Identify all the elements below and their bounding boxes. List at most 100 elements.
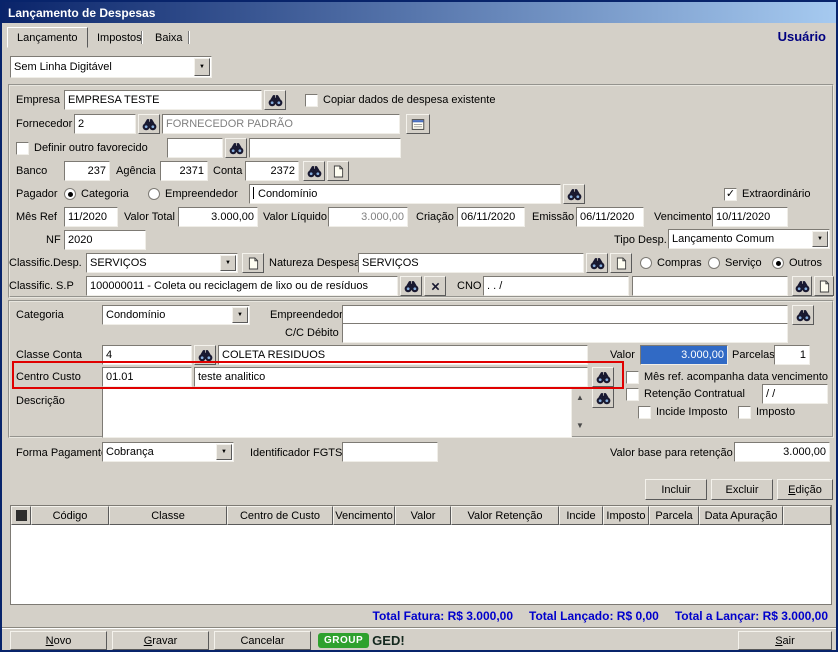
copiar-dados-checkbox[interactable]: Copiar dados de despesa existente bbox=[305, 92, 495, 108]
nf-label: NF bbox=[46, 234, 61, 246]
tipo-desp-label: Tipo Desp. bbox=[614, 234, 667, 246]
forma-pagamento-select[interactable]: Cobrança ▼ bbox=[102, 442, 234, 462]
ged-group-badge: GROUP bbox=[318, 633, 370, 648]
favorecido-name-field[interactable] bbox=[249, 138, 401, 158]
imposto-checkbox[interactable]: Imposto bbox=[738, 404, 795, 420]
pagador-empreendedor-radio[interactable]: Empreendedor bbox=[148, 186, 238, 202]
chevron-down-icon[interactable]: ▼ bbox=[216, 444, 232, 460]
fornecedor-details-button[interactable] bbox=[406, 114, 430, 134]
radio-label: Outros bbox=[789, 257, 823, 269]
classe-conta-code-field[interactable]: 4 bbox=[102, 345, 192, 365]
classe-conta-name-field[interactable]: COLETA RESIDUOS bbox=[218, 345, 588, 365]
scroll-up-icon[interactable]: ▲ bbox=[576, 394, 584, 402]
combo-value: Sem Linha Digitável bbox=[14, 61, 112, 73]
linha-digitavel-select[interactable]: Sem Linha Digitável ▼ bbox=[10, 56, 212, 78]
cno-aux-field[interactable] bbox=[632, 276, 788, 296]
centro-custo-name-field[interactable]: teste analitico bbox=[194, 367, 588, 387]
retencao-contratual-checkbox[interactable]: Retenção Contratual bbox=[626, 386, 745, 402]
classe-conta-search-button[interactable] bbox=[194, 345, 216, 365]
favorecido-code-field[interactable] bbox=[167, 138, 223, 158]
text-caret bbox=[253, 187, 254, 199]
pagador-search-button[interactable] bbox=[563, 184, 585, 204]
cno-field[interactable]: . . / bbox=[483, 276, 629, 296]
classific-sp-search-button[interactable] bbox=[400, 276, 422, 296]
novo-button[interactable]: Novo bbox=[10, 631, 107, 650]
chevron-down-icon[interactable]: ▼ bbox=[194, 58, 210, 76]
classific-desp-doc-button[interactable] bbox=[242, 253, 264, 273]
retencao-date-field[interactable]: / / bbox=[762, 384, 828, 404]
conta-search-button[interactable] bbox=[303, 161, 325, 181]
pagador-field[interactable]: Condomínio bbox=[249, 184, 561, 204]
chevron-down-icon[interactable]: ▼ bbox=[232, 307, 248, 323]
descricao-search-button[interactable] bbox=[592, 388, 614, 408]
cancelar-button[interactable]: Cancelar bbox=[214, 631, 311, 650]
emissao-field[interactable]: 06/11/2020 bbox=[576, 207, 644, 227]
cno-aux-search-button[interactable] bbox=[792, 276, 812, 296]
classific-sp-clear-button[interactable] bbox=[424, 276, 446, 296]
natureza-compras-radio[interactable]: Compras bbox=[640, 255, 702, 271]
button-label: Sair bbox=[775, 634, 795, 647]
tab-baixa[interactable]: Baixa bbox=[146, 28, 192, 48]
definir-favorecido-checkbox[interactable]: Definir outro favorecido bbox=[16, 140, 148, 156]
button-label: Novo bbox=[45, 634, 72, 647]
grid-body[interactable] bbox=[11, 525, 831, 604]
mes-acompanha-checkbox[interactable]: Mês ref. acompanha data vencimento bbox=[626, 369, 828, 385]
fgts-field[interactable] bbox=[342, 442, 438, 462]
cc-debito-field[interactable] bbox=[342, 323, 788, 343]
agencia-field[interactable]: 2371 bbox=[160, 161, 208, 181]
favorecido-search-button[interactable] bbox=[225, 138, 247, 158]
natureza-servico-radio[interactable]: Serviço bbox=[708, 255, 762, 271]
descricao-textarea[interactable] bbox=[102, 388, 572, 438]
classific-sp-field[interactable]: 100000011 - Coleta ou reciclagem de lixo… bbox=[86, 276, 398, 296]
descricao-label: Descrição bbox=[16, 395, 65, 407]
gravar-button[interactable]: Gravar bbox=[112, 631, 209, 650]
valor-field[interactable]: 3.000,00 bbox=[640, 345, 728, 365]
centro-custo-code-field[interactable]: 01.01 bbox=[102, 367, 192, 387]
grid-header-imposto: Imposto bbox=[603, 506, 649, 525]
mes-ref-field[interactable]: 11/2020 bbox=[64, 207, 118, 227]
vencimento-field[interactable]: 10/11/2020 bbox=[712, 207, 788, 227]
empresa-field[interactable]: EMPRESA TESTE bbox=[64, 90, 262, 110]
fornecedor-code-field[interactable]: 2 bbox=[74, 114, 136, 134]
pagador-categoria-radio[interactable]: Categoria bbox=[64, 186, 129, 202]
chevron-down-icon[interactable]: ▼ bbox=[812, 231, 828, 247]
scroll-down-icon[interactable]: ▼ bbox=[576, 422, 584, 430]
nf-field[interactable]: 2020 bbox=[64, 230, 146, 250]
parcelas-field[interactable]: 1 bbox=[774, 345, 810, 365]
incide-imposto-checkbox[interactable]: Incide Imposto bbox=[638, 404, 728, 420]
chevron-down-icon[interactable]: ▼ bbox=[220, 255, 236, 271]
empreendedor-search-button[interactable] bbox=[792, 305, 814, 325]
conta-field[interactable]: 2372 bbox=[245, 161, 299, 181]
valor-total-field[interactable]: 3.000,00 bbox=[178, 207, 258, 227]
classific-desp-select[interactable]: SERVIÇOS ▼ bbox=[86, 253, 238, 273]
natureza-outros-radio[interactable]: Outros bbox=[772, 255, 822, 271]
excluir-button[interactable]: Excluir bbox=[711, 479, 773, 500]
sair-button[interactable]: Sair bbox=[738, 631, 832, 650]
conta-doc-button[interactable] bbox=[327, 161, 349, 181]
natureza-doc-button[interactable] bbox=[610, 253, 632, 273]
window: Lançamento de Despesas Lançamento Impost… bbox=[0, 0, 838, 652]
empresa-search-button[interactable] bbox=[264, 90, 286, 110]
ged-name: GED! bbox=[372, 633, 405, 648]
combo-value: Lançamento Comum bbox=[672, 233, 775, 245]
edicao-button[interactable]: Edição bbox=[777, 479, 833, 500]
fornecedor-search-button[interactable] bbox=[138, 114, 160, 134]
natureza-search-button[interactable] bbox=[586, 253, 608, 273]
grid-header-codigo: Código bbox=[31, 506, 109, 525]
incluir-button[interactable]: Incluir bbox=[645, 479, 707, 500]
new-document-icon bbox=[333, 165, 343, 177]
criacao-field[interactable]: 06/11/2020 bbox=[457, 207, 525, 227]
group-ged-logo[interactable]: GROUP GED! bbox=[318, 631, 405, 650]
tipo-desp-select[interactable]: Lançamento Comum ▼ bbox=[668, 229, 830, 249]
titlebar[interactable]: Lançamento de Despesas bbox=[2, 2, 836, 23]
banco-field[interactable]: 237 bbox=[64, 161, 110, 181]
binoculars-icon bbox=[795, 280, 809, 292]
empreendedor-field[interactable] bbox=[342, 305, 788, 325]
valor-base-field[interactable]: 3.000,00 bbox=[734, 442, 830, 462]
tab-lancamento[interactable]: Lançamento bbox=[7, 27, 88, 48]
natureza-field[interactable]: SERVIÇOS bbox=[358, 253, 584, 273]
categoria-select[interactable]: Condomínio ▼ bbox=[102, 305, 250, 325]
cno-aux-doc-button[interactable] bbox=[814, 276, 834, 296]
centro-custo-search-button[interactable] bbox=[592, 367, 614, 387]
extraordinario-checkbox[interactable]: Extraordinário bbox=[724, 186, 810, 202]
